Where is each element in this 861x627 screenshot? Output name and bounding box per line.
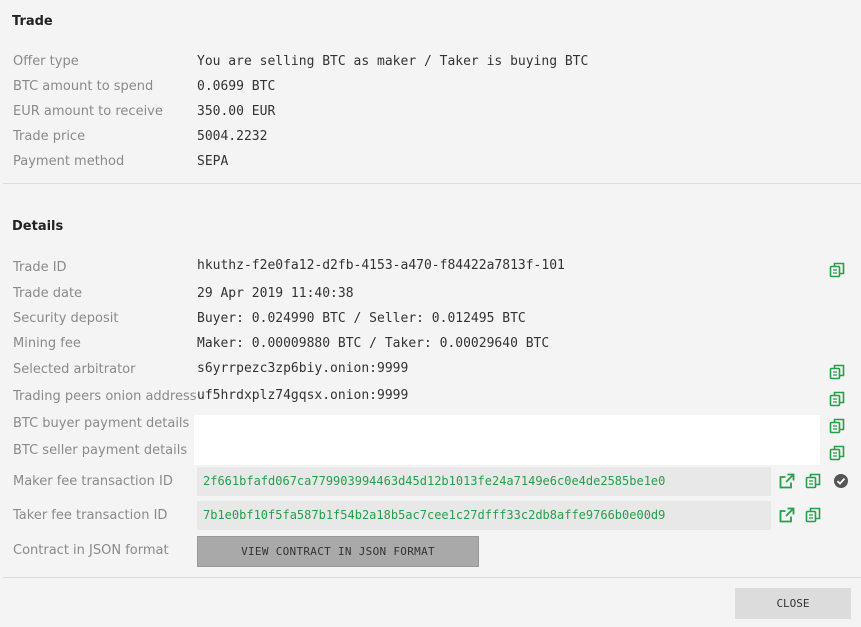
- arbitrator-label: Selected arbitrator: [13, 362, 136, 377]
- peers-onion-label: Trading peers onion address: [13, 389, 197, 404]
- section-divider: [3, 183, 861, 184]
- security-deposit-value: Buyer: 0.024990 BTC / Seller: 0.012495 B…: [197, 311, 526, 326]
- eur-amount-label: EUR amount to receive: [13, 104, 163, 119]
- peers-onion-row: Trading peers onion address uf5hrdxplz74…: [0, 387, 861, 412]
- trade-id-value: hkuthz-f2e0fa12-d2fb-4153-a470-f84422a78…: [197, 258, 565, 273]
- trade-date-row: Trade date 29 Apr 2019 11:40:38: [0, 284, 861, 309]
- trade-id-label: Trade ID: [13, 260, 67, 275]
- mining-fee-value: Maker: 0.00009880 BTC / Taker: 0.0002964…: [197, 336, 550, 351]
- offer-type-value: You are selling BTC as maker / Taker is …: [197, 54, 589, 69]
- arbitrator-value: s6yrrpezc3zp6biy.onion:9999: [197, 361, 409, 376]
- trade-price-value: 5004.2232: [197, 129, 268, 144]
- eur-amount-value: 350.00 EUR: [197, 104, 276, 119]
- mining-fee-label: Mining fee: [13, 336, 81, 351]
- copy-icon[interactable]: [805, 507, 821, 523]
- footer-divider: [3, 577, 861, 578]
- details-section-title: Details: [12, 219, 64, 234]
- maker-fee-tx-label: Maker fee transaction ID: [13, 474, 173, 489]
- trade-date-value: 29 Apr 2019 11:40:38: [197, 286, 354, 301]
- seller-payment-label: BTC seller payment details: [13, 443, 188, 458]
- copy-icon[interactable]: [829, 418, 845, 434]
- maker-fee-tx-field[interactable]: 2f661bfafd067ca779903994463d45d12b1013fe…: [197, 467, 771, 496]
- taker-fee-tx-field[interactable]: 7b1e0bf10f5fa587b1f54b2a18b5ac7cee1c27df…: [197, 501, 771, 530]
- trade-date-label: Trade date: [13, 286, 83, 301]
- trade-section-title: Trade: [12, 14, 53, 29]
- copy-icon[interactable]: [829, 391, 845, 407]
- btc-amount-value: 0.0699 BTC: [197, 79, 276, 94]
- view-contract-button[interactable]: VIEW CONTRACT IN JSON FORMAT: [197, 536, 479, 567]
- security-deposit-label: Security deposit: [13, 311, 119, 326]
- buyer-payment-row: BTC buyer payment details: [0, 414, 861, 439]
- btc-amount-row: BTC amount to spend 0.0699 BTC: [0, 77, 861, 102]
- security-deposit-row: Security deposit Buyer: 0.024990 BTC / S…: [0, 309, 861, 334]
- arbitrator-row: Selected arbitrator s6yrrpezc3zp6biy.oni…: [0, 360, 861, 385]
- buyer-payment-label: BTC buyer payment details: [13, 416, 190, 431]
- check-circle-icon: [833, 473, 849, 489]
- trade-price-row: Trade price 5004.2232: [0, 127, 861, 152]
- close-button[interactable]: CLOSE: [735, 588, 851, 619]
- seller-payment-row: BTC seller payment details: [0, 441, 861, 466]
- external-link-icon[interactable]: [779, 507, 795, 523]
- payment-method-row: Payment method SEPA: [0, 152, 861, 177]
- peers-onion-value: uf5hrdxplz74gqsx.onion:9999: [197, 388, 409, 403]
- payment-method-value: SEPA: [197, 154, 229, 169]
- mining-fee-row: Mining fee Maker: 0.00009880 BTC / Taker…: [0, 334, 861, 359]
- trade-id-row: Trade ID hkuthz-f2e0fa12-d2fb-4153-a470-…: [0, 258, 861, 283]
- payment-method-label: Payment method: [13, 154, 125, 169]
- offer-type-label: Offer type: [13, 54, 79, 69]
- copy-icon[interactable]: [829, 262, 845, 278]
- external-link-icon[interactable]: [779, 473, 795, 489]
- trade-price-label: Trade price: [13, 129, 86, 144]
- btc-amount-label: BTC amount to spend: [13, 79, 154, 94]
- copy-icon[interactable]: [829, 364, 845, 380]
- eur-amount-row: EUR amount to receive 350.00 EUR: [0, 102, 861, 127]
- copy-icon[interactable]: [829, 445, 845, 461]
- copy-icon[interactable]: [805, 473, 821, 489]
- taker-fee-tx-label: Taker fee transaction ID: [13, 508, 168, 523]
- offer-type-row: Offer type You are selling BTC as maker …: [0, 52, 861, 77]
- contract-label: Contract in JSON format: [13, 543, 169, 558]
